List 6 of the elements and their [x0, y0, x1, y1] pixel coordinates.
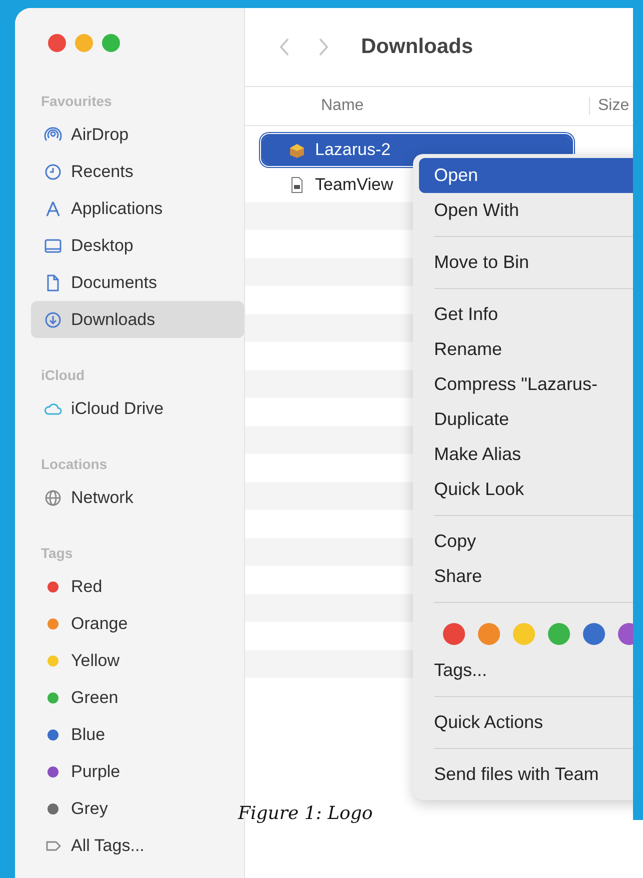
window-title: Downloads — [361, 35, 474, 59]
figure-caption: Figure 1: Logo — [238, 803, 373, 824]
sidebar-heading: Favourites — [41, 92, 113, 111]
sidebar-heading: Locations — [41, 455, 108, 474]
sidebar-heading: Tags — [41, 544, 74, 563]
sidebar-heading: iCloud — [41, 366, 86, 385]
